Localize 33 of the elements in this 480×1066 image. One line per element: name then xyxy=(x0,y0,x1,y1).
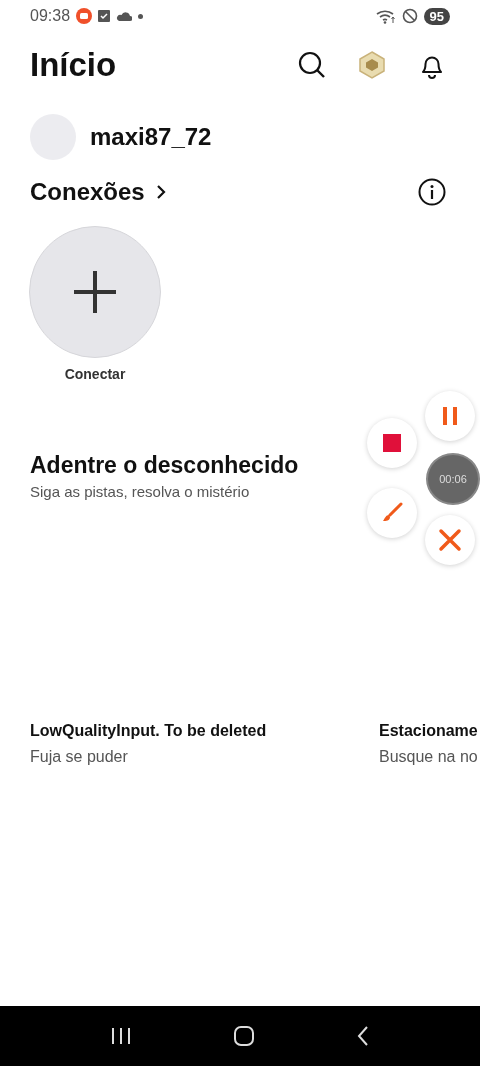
cloud-icon xyxy=(116,11,133,21)
brush-button[interactable] xyxy=(367,488,417,538)
page-title: Início xyxy=(30,46,117,84)
section-title: Adentre o desconhecido xyxy=(30,452,299,479)
game-subtitle: Fuja se puder xyxy=(30,748,128,766)
stop-icon xyxy=(383,434,401,452)
hexagon-icon[interactable] xyxy=(358,51,386,79)
pause-icon xyxy=(442,407,458,425)
chevron-right-icon[interactable] xyxy=(154,183,167,201)
pause-button[interactable] xyxy=(425,391,475,441)
connect-label: Conectar xyxy=(64,366,126,382)
search-icon[interactable] xyxy=(298,51,326,79)
connections-link[interactable]: Conexões xyxy=(30,178,145,206)
record-app-icon xyxy=(76,8,93,24)
plus-icon xyxy=(72,269,118,315)
game-title[interactable]: LowQualityInput. To be deleted xyxy=(30,722,267,740)
dot-icon xyxy=(138,13,144,19)
wifi-icon xyxy=(375,8,396,24)
status-time: 09:38 xyxy=(30,7,71,25)
home-icon[interactable] xyxy=(233,1025,255,1047)
username[interactable]: maxi87_72 xyxy=(90,123,212,151)
recent-apps-icon[interactable] xyxy=(110,1027,133,1045)
back-icon[interactable] xyxy=(355,1025,370,1047)
game-title[interactable]: Estacioname xyxy=(379,722,478,740)
stop-button[interactable] xyxy=(367,418,417,468)
game-subtitle: Busque na no xyxy=(379,748,478,766)
section-subtitle: Siga as pistas, resolva o mistério xyxy=(30,483,250,500)
info-icon[interactable] xyxy=(418,178,446,206)
recording-timer[interactable]: 00:06 xyxy=(426,453,480,505)
battery-level: 95 xyxy=(423,7,450,25)
checkbox-icon xyxy=(98,10,111,22)
blocked-icon xyxy=(401,8,418,24)
brush-icon xyxy=(381,502,403,524)
